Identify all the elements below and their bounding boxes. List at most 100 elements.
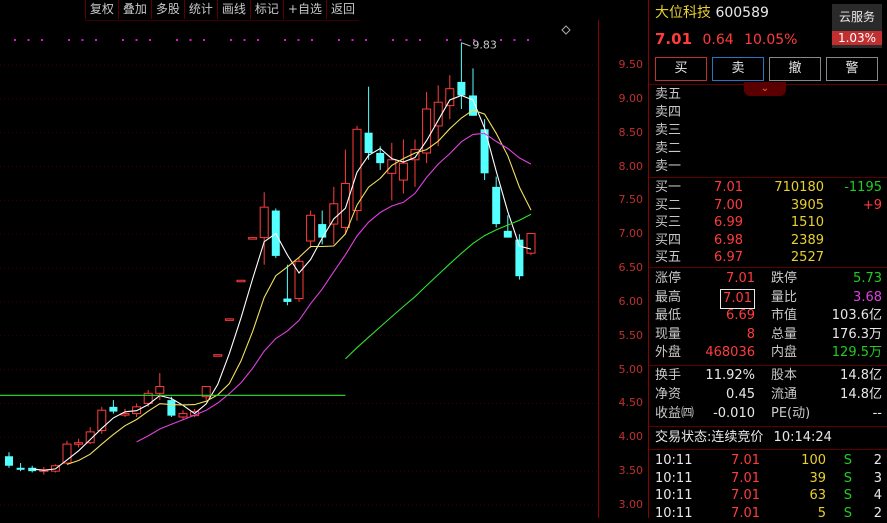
stat-label: 总量 (771, 326, 798, 342)
y-tick-label: 9.00 (618, 91, 644, 105)
stat-value: 8 (746, 326, 755, 342)
restore-rights-button[interactable]: 复权 (84, 0, 118, 19)
cancel-order-button[interactable]: 撤 (769, 57, 821, 81)
add-watchlist-button[interactable]: +自选 (282, 0, 326, 19)
y-tick-label: 5.00 (618, 362, 644, 376)
tick-volume: 100 (801, 453, 826, 468)
stat-label: PE(动) (771, 406, 811, 421)
signal-dot (513, 39, 516, 41)
signal-dot (405, 39, 408, 41)
stat-label: 换手 (655, 368, 682, 383)
signal-dot (284, 39, 286, 41)
stats-row: 现量 8 总量 176.3万 (655, 326, 882, 344)
candle-body (178, 413, 188, 418)
stat-value: 176.3万 (831, 326, 882, 342)
stat-label: 量比 (771, 289, 798, 305)
bid-label: 买五 (655, 250, 682, 265)
stat-label: 股本 (771, 368, 798, 383)
signal-dot (68, 39, 70, 41)
stats-row: 收益㈣ -0.010 PE(动) -- (655, 405, 882, 423)
trade-status: 交易状态:连续竞价 10:14:24 (655, 430, 832, 445)
price-change: 0.64 (702, 32, 734, 48)
signal-dot (95, 39, 97, 41)
signal-dot (230, 39, 232, 41)
candle-body (376, 153, 385, 164)
mark-button[interactable]: 标记 (249, 0, 283, 19)
divider (649, 365, 887, 366)
y-tick-label: 7.00 (618, 227, 644, 241)
candle-body (457, 81, 466, 96)
sector-pct: 1.03% (832, 31, 882, 45)
multi-stock-button[interactable]: 多股 (150, 0, 184, 19)
bid-volume: 1510 (790, 215, 824, 230)
divider (649, 449, 887, 450)
stat-label: 市值 (771, 308, 798, 323)
overlay-button[interactable]: 叠加 (117, 0, 151, 19)
ask-row: 卖五 (655, 87, 682, 102)
kline-chart[interactable]: 9.83 复权 叠加 多股 统计 画线 标记 +自选 返回 (0, 0, 598, 518)
signal-dot (500, 39, 502, 41)
bid-volume: 3905 (790, 197, 824, 213)
tick-time: 10:11 (655, 470, 693, 486)
y-tick-label: 4.00 (618, 430, 644, 444)
bid-row: 买四 6.98 2389 (655, 232, 882, 250)
candle-body (526, 233, 536, 254)
signal-dot (243, 39, 246, 41)
stat-value: 468036 (705, 345, 755, 360)
kline-svg[interactable]: 9.83 (0, 0, 598, 518)
bid-volume: 2389 (790, 232, 824, 248)
candle-body (259, 206, 269, 239)
tick-count: 4 (873, 488, 882, 503)
signal-dot (527, 39, 529, 41)
ma5-line (32, 94, 532, 471)
signal-dot (392, 39, 394, 41)
chart-toolbar: 复权 叠加 多股 统计 画线 标记 +自选 返回 (84, 0, 359, 21)
buy-button[interactable]: 买 (655, 57, 707, 81)
ask-row: 卖三 (655, 123, 682, 138)
stats-row: 外盘 468036 内盘 129.5万 (655, 344, 882, 362)
stats-row: 换手 11.92% 股本 14.8亿 (655, 367, 882, 385)
back-button[interactable]: 返回 (325, 0, 359, 19)
stats-row: 涨停 7.01 跌停 5.73 (655, 270, 882, 288)
statistics-button[interactable]: 统计 (183, 0, 217, 19)
sell-button[interactable]: 卖 (712, 57, 764, 81)
candle-body (398, 162, 408, 181)
tick-row: 10:11 7.01 5 S 2 (655, 505, 882, 523)
stats-row: 最低 6.69 市值 103.6亿 (655, 307, 882, 325)
alert-button[interactable]: 警 (826, 57, 878, 81)
bid-row: 买五 6.97 2527 (655, 249, 882, 267)
stat-value: 0.45 (726, 387, 755, 402)
tick-count: 3 (873, 470, 882, 486)
signal-dot (81, 39, 84, 41)
current-price: 7.01 (655, 30, 693, 48)
draw-line-button[interactable]: 画线 (216, 0, 250, 19)
tick-side: S (843, 453, 852, 468)
stat-value: 5.73 (853, 271, 882, 286)
y-tick-label: 3.00 (618, 498, 644, 511)
y-tick-label: 8.50 (618, 125, 644, 139)
tick-volume: 39 (809, 470, 826, 486)
signal-dot (176, 39, 178, 41)
signal-dot (189, 39, 192, 41)
quote-panel: 大位科技 600589 7.01 0.64 10.05% 云服务 1.03% 买… (648, 0, 887, 521)
stat-value: 11.92% (705, 368, 755, 383)
signal-dot (203, 39, 205, 41)
price-change-pct: 10.05% (744, 32, 798, 48)
divider (649, 267, 887, 268)
bid-label: 买三 (655, 215, 682, 230)
candle-body (74, 442, 84, 445)
candle-body (318, 224, 327, 238)
sector-box[interactable]: 云服务 1.03% (832, 4, 882, 48)
stat-label: 最低 (655, 308, 682, 323)
bid-price: 7.00 (714, 197, 743, 213)
tick-price: 7.01 (731, 505, 760, 521)
tick-time: 10:11 (655, 453, 693, 468)
bid-price: 6.98 (714, 232, 743, 248)
signal-dot (446, 39, 448, 41)
y-tick-label: 9.50 (618, 58, 644, 71)
bid-price: 7.01 (714, 180, 743, 195)
candle-body (283, 298, 292, 302)
candle-body (16, 467, 25, 470)
tick-side: S (843, 470, 852, 486)
stat-value: 103.6亿 (831, 308, 882, 323)
